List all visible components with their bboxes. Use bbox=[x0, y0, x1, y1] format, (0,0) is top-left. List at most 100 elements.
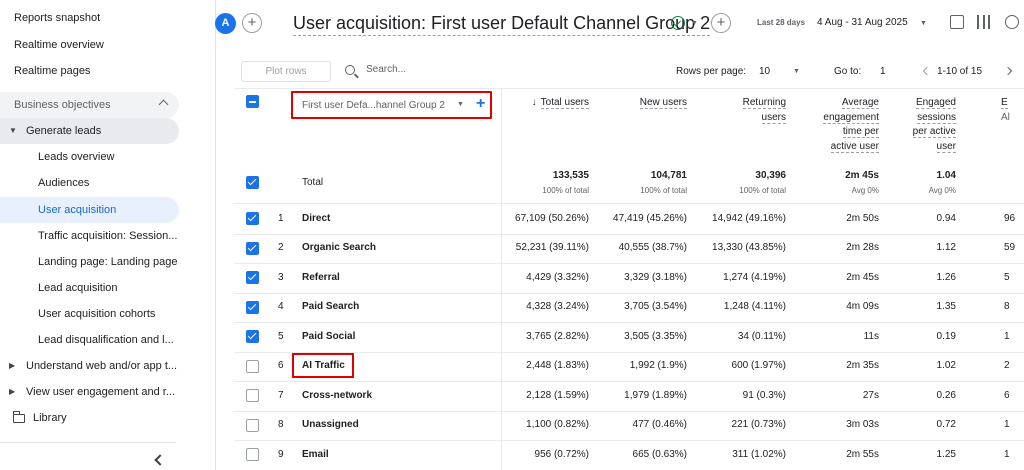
rows-per-page-select[interactable]: 10 bbox=[759, 66, 770, 77]
row-dimension-value[interactable]: Paid Social bbox=[302, 331, 355, 342]
table-cell: 2m 35s bbox=[846, 360, 879, 372]
row-dimension-value[interactable]: Organic Search bbox=[302, 242, 376, 253]
row-dimension-value[interactable]: Unassigned bbox=[302, 419, 359, 430]
column-header-engaged-sessions[interactable]: Engaged sessions per active user bbox=[912, 96, 956, 154]
table-cell: 1,100 (0.82%) bbox=[526, 419, 589, 431]
edit-report-icon[interactable] bbox=[950, 15, 964, 29]
ai-traffic-highlight bbox=[292, 353, 354, 378]
goto-input[interactable]: 1 bbox=[880, 66, 886, 77]
add-report-button[interactable]: + bbox=[711, 13, 731, 33]
add-comparison-button[interactable]: + bbox=[242, 13, 262, 33]
row-checkbox[interactable] bbox=[246, 271, 259, 285]
search-icon bbox=[345, 65, 355, 75]
plot-rows-button[interactable]: Plot rows bbox=[241, 61, 331, 82]
sidebar-item-audiences[interactable]: Audiences bbox=[0, 170, 179, 196]
row-dimension-value[interactable]: Direct bbox=[302, 213, 330, 224]
table-cell: 1.12 bbox=[936, 242, 956, 254]
row-checkbox[interactable] bbox=[246, 389, 259, 403]
table-cell: 52,231 (39.11%) bbox=[515, 242, 589, 254]
dimension-selector[interactable]: First user Defa...hannel Group 2 ▼ + bbox=[291, 91, 492, 119]
sidebar-item-user-acquisition[interactable]: User acquisition bbox=[0, 197, 179, 223]
chevron-left-icon[interactable] bbox=[154, 454, 166, 466]
row-number: 5 bbox=[278, 330, 284, 342]
table-cell: 4,429 (3.32%) bbox=[526, 271, 589, 283]
sidebar-item-understand-web-app[interactable]: ▶ Understand web and/or app t... bbox=[0, 353, 179, 379]
total-sub: 100% of total bbox=[739, 186, 786, 195]
sidebar-section-business-objectives[interactable]: Business objectives bbox=[0, 92, 179, 118]
row-divider bbox=[234, 233, 1024, 235]
table-cell: 0.19 bbox=[936, 330, 956, 342]
table-cell: 221 (0.73%) bbox=[731, 419, 786, 431]
total-checkbox[interactable] bbox=[246, 176, 259, 189]
rows-per-page-caret-icon[interactable]: ▼ bbox=[793, 68, 800, 75]
sidebar-item-library[interactable]: Library bbox=[0, 405, 179, 431]
insights-icon[interactable] bbox=[1005, 15, 1019, 29]
table-cell-partial: 59 bbox=[1004, 242, 1016, 254]
compare-icon[interactable] bbox=[977, 15, 990, 29]
row-dimension-value[interactable]: Paid Search bbox=[302, 301, 359, 312]
date-range-picker[interactable]: 4 Aug - 31 Aug 2025 bbox=[817, 17, 908, 28]
table-cell: 1,274 (4.19%) bbox=[723, 271, 786, 283]
check-circle-icon[interactable] bbox=[671, 16, 685, 30]
column-header-partial[interactable]: E Al bbox=[1001, 96, 1010, 125]
row-checkbox[interactable] bbox=[246, 359, 259, 373]
sidebar-item-realtime-overview[interactable]: Realtime overview bbox=[0, 32, 179, 58]
total-sub: Avg 0% bbox=[851, 186, 879, 195]
select-all-checkbox[interactable] bbox=[246, 95, 259, 108]
add-dimension-icon[interactable]: + bbox=[476, 95, 485, 113]
row-checkbox[interactable] bbox=[246, 241, 259, 255]
row-checkbox[interactable] bbox=[246, 212, 259, 226]
row-divider bbox=[234, 381, 1024, 382]
chevron-right-icon[interactable] bbox=[1003, 66, 1013, 76]
sidebar-item-label: Generate leads bbox=[26, 125, 102, 137]
data-table: First user Defa...hannel Group 2 ▼ + ↓ To… bbox=[234, 88, 1024, 470]
row-number: 9 bbox=[278, 448, 284, 460]
avatar[interactable]: A bbox=[215, 13, 236, 34]
sidebar-item-user-acquisition-cohorts[interactable]: User acquisition cohorts bbox=[0, 301, 179, 327]
table-cell: 27s bbox=[862, 389, 879, 401]
total-value: 2m 45s bbox=[845, 170, 879, 181]
table-cell: 2m 45s bbox=[846, 271, 879, 283]
chevron-left-icon[interactable] bbox=[922, 66, 932, 76]
sidebar-item-realtime-pages[interactable]: Realtime pages bbox=[0, 58, 179, 84]
table-cell: 1,248 (4.11%) bbox=[723, 301, 786, 313]
page-title[interactable]: User acquisition: First user Default Cha… bbox=[293, 11, 711, 36]
sidebar-item-generate-leads[interactable]: ▼ Generate leads bbox=[0, 118, 179, 144]
sidebar-divider bbox=[0, 442, 176, 443]
column-header-returning-users[interactable]: Returning users bbox=[742, 96, 786, 125]
table-cell: 1,979 (1.89%) bbox=[624, 389, 687, 401]
column-header-avg-engagement[interactable]: Average engagement time per active user bbox=[823, 96, 879, 154]
sidebar-item-traffic-acquisition[interactable]: Traffic acquisition: Session... bbox=[0, 223, 179, 249]
sidebar-item-label: Library bbox=[33, 412, 67, 424]
dimension-label: First user Defa...hannel Group 2 bbox=[302, 100, 445, 111]
row-checkbox[interactable] bbox=[246, 418, 259, 432]
sidebar-item-landing-page[interactable]: Landing page: Landing page bbox=[0, 249, 179, 275]
row-number: 8 bbox=[278, 419, 284, 431]
row-number: 4 bbox=[278, 301, 284, 313]
dimension-divider bbox=[501, 88, 502, 470]
row-checkbox[interactable] bbox=[246, 300, 259, 314]
row-dimension-value[interactable]: Cross-network bbox=[302, 390, 372, 401]
sidebar-item-reports-snapshot[interactable]: Reports snapshot bbox=[0, 5, 179, 31]
caret-down-icon: ▼ bbox=[9, 126, 17, 135]
table-cell: 0.26 bbox=[936, 389, 956, 401]
caret-down-icon[interactable]: ▼ bbox=[691, 20, 698, 27]
total-value: 104,781 bbox=[650, 170, 687, 181]
row-dimension-value[interactable]: Referral bbox=[302, 272, 340, 283]
sort-descending-icon: ↓ bbox=[531, 97, 537, 108]
sidebar-item-lead-acquisition[interactable]: Lead acquisition bbox=[0, 275, 179, 301]
sidebar-item-leads-overview[interactable]: Leads overview bbox=[0, 144, 179, 170]
total-sub: 100% of total bbox=[542, 186, 589, 195]
date-caret-icon[interactable]: ▼ bbox=[920, 20, 927, 27]
row-checkbox[interactable] bbox=[246, 448, 259, 462]
row-checkbox[interactable] bbox=[246, 330, 259, 344]
table-cell-partial: 8 bbox=[1004, 301, 1010, 313]
column-header-total-users[interactable]: ↓ Total users bbox=[532, 96, 589, 111]
row-dimension-value[interactable]: Email bbox=[302, 449, 329, 460]
sidebar-item-lead-disqualification[interactable]: Lead disqualification and l... bbox=[0, 327, 179, 353]
sidebar-item-view-user-engagement[interactable]: ▶ View user engagement and r... bbox=[0, 379, 179, 405]
row-divider bbox=[234, 440, 1024, 441]
search-input[interactable] bbox=[366, 64, 566, 75]
column-header-new-users[interactable]: New users bbox=[639, 96, 687, 111]
table-cell: 1.25 bbox=[936, 448, 956, 460]
